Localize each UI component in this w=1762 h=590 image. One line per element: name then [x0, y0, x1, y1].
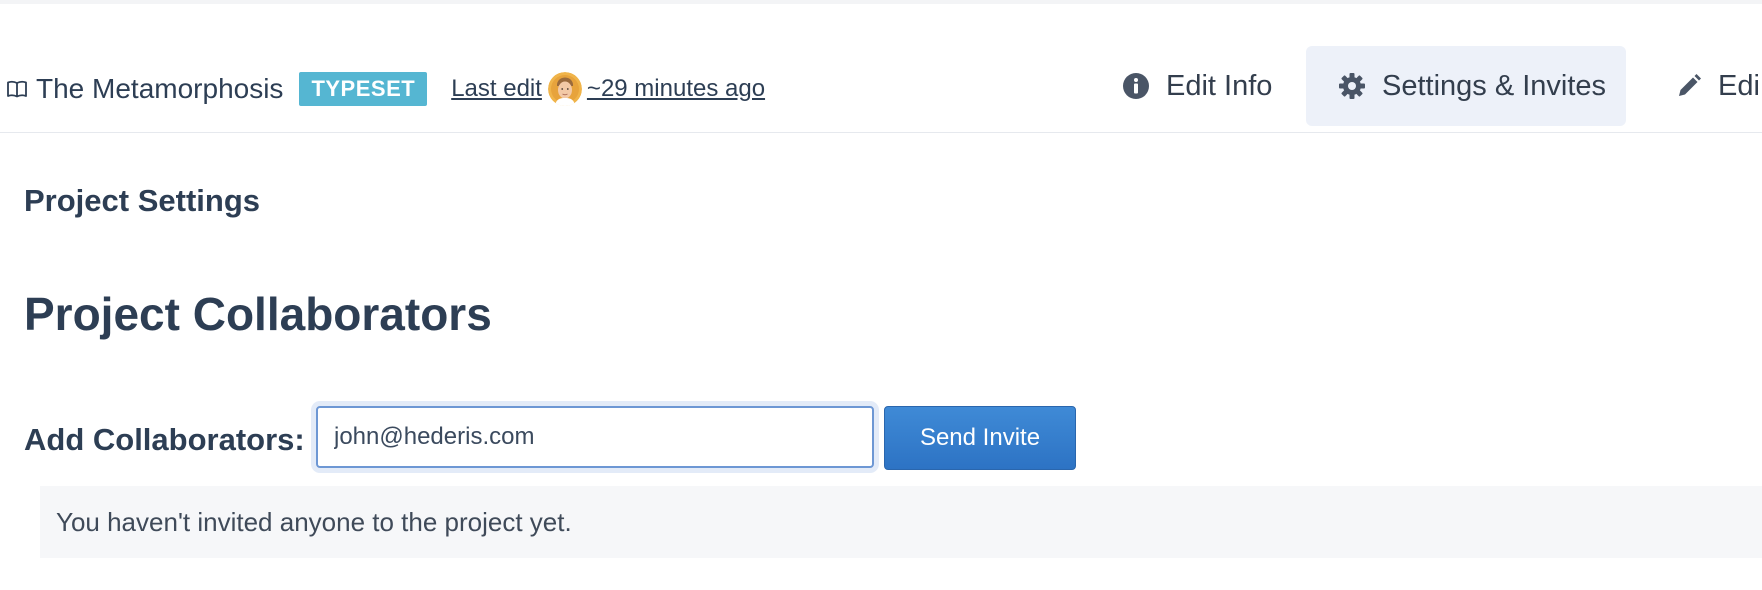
pencil-icon [1676, 73, 1702, 99]
section-title: Project Settings [24, 183, 260, 218]
book-icon [6, 78, 28, 100]
avatar[interactable] [547, 72, 582, 106]
tab-edit-info[interactable]: Edit Info [1122, 46, 1272, 126]
add-collaborators-label: Add Collaborators: [24, 422, 305, 457]
tab-label: Edit Info [1166, 69, 1273, 102]
info-icon [1122, 72, 1150, 100]
last-edit-time-link[interactable]: ~29 minutes ago [587, 75, 765, 103]
last-edit-link[interactable]: Last edit [451, 75, 542, 103]
email-field[interactable] [316, 406, 874, 468]
page-title: Project Collaborators [24, 288, 492, 340]
gear-icon [1338, 72, 1366, 100]
project-title: The Metamorphosis [36, 73, 284, 104]
empty-invites-notice: You haven't invited anyone to the projec… [40, 486, 1762, 558]
tab-label: Edi [1718, 69, 1760, 102]
tab-edit[interactable]: Edi [1676, 46, 1760, 126]
notice-text: You haven't invited anyone to the projec… [56, 506, 572, 537]
project-header: The Metamorphosis TYPESET Last edit ~29 … [0, 46, 1762, 133]
tab-settings-invites[interactable]: Settings & Invites [1306, 46, 1626, 126]
tab-label: Settings & Invites [1382, 69, 1607, 102]
project-info: The Metamorphosis TYPESET Last edit ~29 … [6, 46, 765, 132]
send-invite-button[interactable]: Send Invite [884, 406, 1076, 470]
status-badge: TYPESET [299, 72, 428, 106]
top-strip [0, 0, 1762, 4]
